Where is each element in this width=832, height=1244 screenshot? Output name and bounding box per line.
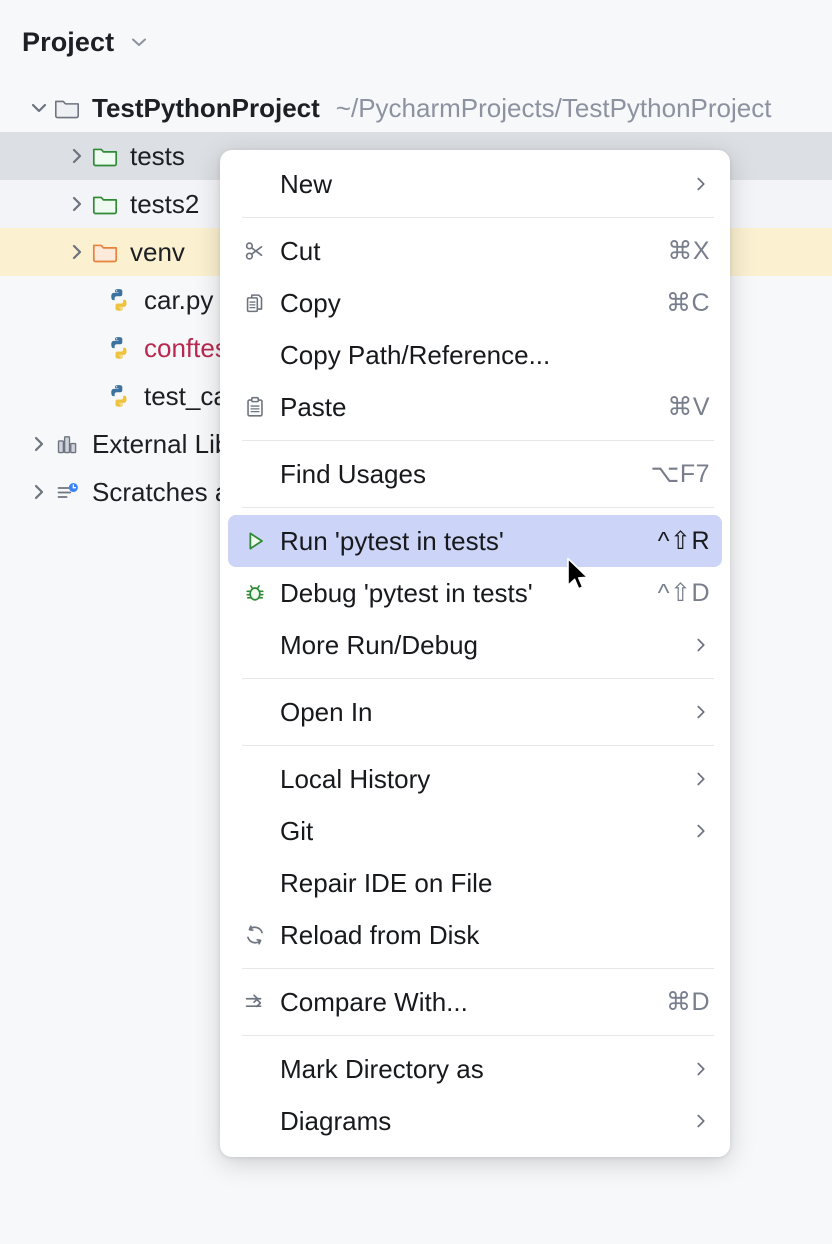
- menu-item-label: Paste: [276, 392, 667, 423]
- chevron-right-icon: [690, 1110, 716, 1132]
- menu-item-label: Compare With...: [276, 987, 666, 1018]
- chevron-right-icon[interactable]: [26, 431, 52, 457]
- menu-item-new[interactable]: New: [220, 158, 730, 210]
- menu-item-reload-from-disk[interactable]: Reload from Disk: [220, 909, 730, 961]
- python-file-icon: [104, 381, 134, 411]
- menu-item-compare-with[interactable]: Compare With... ⌘D: [220, 976, 730, 1028]
- chevron-right-icon: [690, 820, 716, 842]
- tree-root-path: ~/PycharmProjects/TestPythonProject: [336, 93, 772, 124]
- menu-item-label: Repair IDE on File: [276, 868, 716, 899]
- page-title: Project: [22, 27, 114, 58]
- library-icon: [52, 429, 82, 459]
- menu-item-shortcut: ⌘D: [666, 987, 716, 1017]
- chevron-right-icon[interactable]: [64, 191, 90, 217]
- no-icon: [242, 340, 276, 370]
- copy-icon: [242, 288, 276, 318]
- menu-separator: [242, 968, 714, 969]
- run-icon: [242, 526, 276, 556]
- no-icon: [242, 697, 276, 727]
- menu-item-cut[interactable]: Cut ⌘X: [220, 225, 730, 277]
- chevron-down-icon[interactable]: [128, 31, 150, 53]
- tree-root-label: TestPythonProject: [92, 93, 320, 124]
- no-icon: [242, 868, 276, 898]
- chevron-right-icon: [690, 1058, 716, 1080]
- tree-item-label: tests2: [130, 189, 199, 220]
- menu-item-copy[interactable]: Copy ⌘C: [220, 277, 730, 329]
- menu-item-debug-pytest[interactable]: Debug 'pytest in tests' ^⇧D: [220, 567, 730, 619]
- no-icon: [242, 1054, 276, 1084]
- chevron-right-icon: [690, 634, 716, 656]
- no-icon: [242, 169, 276, 199]
- menu-item-copy-path-reference[interactable]: Copy Path/Reference...: [220, 329, 730, 381]
- menu-item-shortcut: ^⇧R: [658, 526, 716, 556]
- menu-item-shortcut: ⌘X: [667, 236, 716, 266]
- menu-item-label: Open In: [276, 697, 690, 728]
- menu-separator: [242, 217, 714, 218]
- menu-item-label: Copy Path/Reference...: [276, 340, 716, 371]
- menu-item-label: Reload from Disk: [276, 920, 716, 951]
- menu-item-label: Debug 'pytest in tests': [276, 578, 658, 609]
- menu-separator: [242, 678, 714, 679]
- tree-item-label: car.py: [144, 285, 213, 316]
- menu-item-label: Diagrams: [276, 1106, 690, 1137]
- clipboard-icon: [242, 392, 276, 422]
- menu-item-open-in[interactable]: Open In: [220, 686, 730, 738]
- menu-item-label: More Run/Debug: [276, 630, 690, 661]
- menu-item-shortcut: ⌘C: [666, 288, 716, 318]
- chevron-right-icon[interactable]: [64, 239, 90, 265]
- menu-item-local-history[interactable]: Local History: [220, 753, 730, 805]
- context-menu: New Cut ⌘X Copy ⌘C Copy Path: [220, 150, 730, 1157]
- scratches-icon: [52, 477, 82, 507]
- chevron-right-icon: [690, 701, 716, 723]
- no-icon: [242, 630, 276, 660]
- menu-item-label: Git: [276, 816, 690, 847]
- compare-icon: [242, 987, 276, 1017]
- menu-separator: [242, 1035, 714, 1036]
- folder-green-icon: [90, 189, 120, 219]
- menu-item-find-usages[interactable]: Find Usages ⌥F7: [220, 448, 730, 500]
- no-icon: [242, 764, 276, 794]
- tree-item-label: venv: [130, 237, 185, 268]
- chevron-right-icon[interactable]: [26, 479, 52, 505]
- menu-item-label: Local History: [276, 764, 690, 795]
- no-icon: [242, 1106, 276, 1136]
- menu-item-diagrams[interactable]: Diagrams: [220, 1095, 730, 1147]
- menu-item-shortcut: ⌥F7: [651, 459, 716, 489]
- menu-item-label: Copy: [276, 288, 666, 319]
- menu-item-repair-ide-on-file[interactable]: Repair IDE on File: [220, 857, 730, 909]
- menu-item-more-run-debug[interactable]: More Run/Debug: [220, 619, 730, 671]
- menu-item-label: Mark Directory as: [276, 1054, 690, 1085]
- menu-item-label: Cut: [276, 236, 667, 267]
- python-file-icon: [104, 285, 134, 315]
- menu-item-run-pytest[interactable]: Run 'pytest in tests' ^⇧R: [228, 515, 722, 567]
- menu-item-label: Find Usages: [276, 459, 651, 490]
- scissors-icon: [242, 236, 276, 266]
- menu-item-git[interactable]: Git: [220, 805, 730, 857]
- chevron-right-icon[interactable]: [64, 143, 90, 169]
- folder-green-icon: [90, 141, 120, 171]
- chevron-right-icon: [690, 768, 716, 790]
- python-file-icon: [104, 333, 134, 363]
- chevron-down-icon[interactable]: [26, 95, 52, 121]
- chevron-right-icon: [690, 173, 716, 195]
- menu-separator: [242, 507, 714, 508]
- no-icon: [242, 459, 276, 489]
- menu-item-shortcut: ^⇧D: [658, 578, 716, 608]
- project-panel-header[interactable]: Project: [0, 0, 832, 84]
- menu-item-paste[interactable]: Paste ⌘V: [220, 381, 730, 433]
- menu-item-mark-directory-as[interactable]: Mark Directory as: [220, 1043, 730, 1095]
- menu-separator: [242, 745, 714, 746]
- menu-item-label: Run 'pytest in tests': [276, 526, 658, 557]
- folder-icon: [52, 93, 82, 123]
- folder-orange-icon: [90, 237, 120, 267]
- tree-row-root[interactable]: TestPythonProject ~/PycharmProjects/Test…: [0, 84, 832, 132]
- menu-item-label: New: [276, 169, 690, 200]
- reload-icon: [242, 920, 276, 950]
- debug-icon: [242, 578, 276, 608]
- no-icon: [242, 816, 276, 846]
- menu-separator: [242, 440, 714, 441]
- tree-item-label: tests: [130, 141, 185, 172]
- menu-item-shortcut: ⌘V: [667, 392, 716, 422]
